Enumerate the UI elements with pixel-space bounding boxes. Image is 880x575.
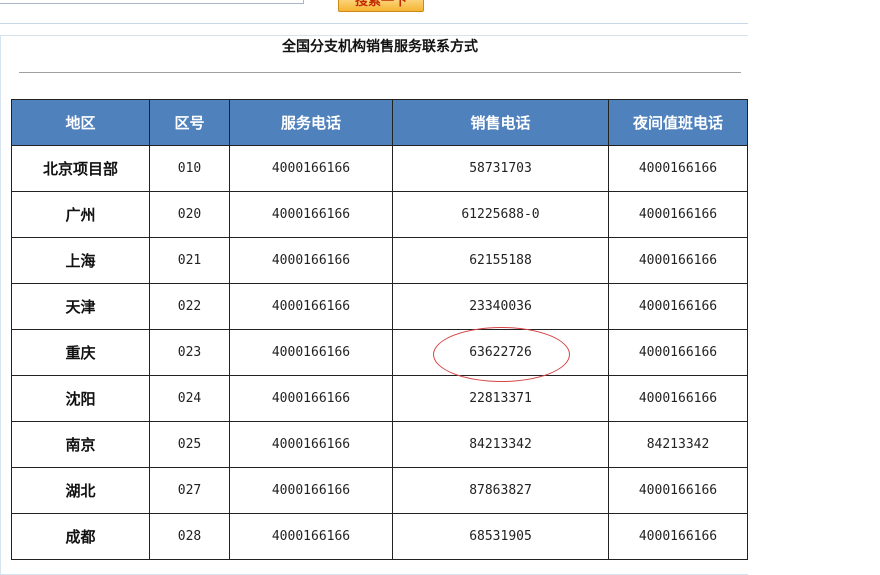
night-phone-cell: 4000166166 (608, 191, 748, 238)
night-phone-cell: 4000166166 (608, 467, 748, 514)
area-code-cell: 021 (149, 237, 230, 284)
table-row: 广州 020 4000166166 61225688-0 4000166166 (11, 191, 748, 238)
table-row: 南京 025 4000166166 84213342 84213342 (11, 421, 748, 468)
region-cell: 湖北 (11, 467, 150, 514)
region-cell: 重庆 (11, 329, 150, 376)
region-cell: 广州 (11, 191, 150, 238)
sales-phone-cell: 84213342 (392, 421, 609, 468)
area-code-cell: 022 (149, 283, 230, 330)
service-phone-cell: 4000166166 (229, 421, 393, 468)
area-code-cell: 028 (149, 513, 230, 560)
sales-phone-cell: 61225688-0 (392, 191, 609, 238)
area-code-cell: 010 (149, 145, 230, 192)
night-phone-cell: 4000166166 (608, 237, 748, 284)
night-phone-cell: 4000166166 (608, 145, 748, 192)
header-night-phone: 夜间值班电话 (608, 99, 748, 146)
night-phone-cell: 4000166166 (608, 513, 748, 560)
header-region: 地区 (11, 99, 150, 146)
region-cell: 天津 (11, 283, 150, 330)
sales-phone-cell: 68531905 (392, 513, 609, 560)
service-phone-cell: 4000166166 (229, 375, 393, 422)
region-cell: 南京 (11, 421, 150, 468)
night-phone-cell: 84213342 (608, 421, 748, 468)
area-code-cell: 023 (149, 329, 230, 376)
service-phone-cell: 4000166166 (229, 329, 393, 376)
header-sales-phone: 销售电话 (392, 99, 609, 146)
night-phone-cell: 4000166166 (608, 375, 748, 422)
table-body: 北京项目部 010 4000166166 58731703 4000166166 广州 02… (11, 145, 748, 560)
page-title: 全国分支机构销售服务联系方式 (282, 39, 478, 55)
night-phone-cell: 4000166166 (608, 283, 748, 330)
area-code-cell: 027 (149, 467, 230, 514)
table-row: 上海 021 4000166166 62155188 4000166166 (11, 237, 748, 284)
search-input[interactable] (0, 0, 304, 4)
header-service-phone: 服务电话 (229, 99, 393, 146)
service-phone-cell: 4000166166 (229, 145, 393, 192)
table-header-row: 地区 区号 服务电话 销售电话 夜间值班电话 (11, 99, 748, 146)
area-code-cell: 024 (149, 375, 230, 422)
title-divider (19, 72, 741, 73)
table-row: 沈阳 024 4000166166 22813371 4000166166 (11, 375, 748, 422)
table-row: 天津 022 4000166166 23340036 4000166166 (11, 283, 748, 330)
service-phone-cell: 4000166166 (229, 283, 393, 330)
area-code-cell: 020 (149, 191, 230, 238)
night-phone-cell: 4000166166 (608, 329, 748, 376)
sales-phone-cell: 23340036 (392, 283, 609, 330)
service-phone-cell: 4000166166 (229, 237, 393, 284)
sales-phone-cell: 63622726 (392, 329, 609, 376)
sales-phone-cell: 62155188 (392, 237, 609, 284)
sales-phone-cell: 87863827 (392, 467, 609, 514)
contact-table: 地区 区号 服务电话 销售电话 夜间值班电话 北京项目部 010 400016616… (11, 99, 748, 560)
table-row: 北京项目部 010 4000166166 58731703 4000166166 (11, 145, 748, 192)
table-row: 湖北 027 4000166166 87863827 4000166166 (11, 467, 748, 514)
region-cell: 成都 (11, 513, 150, 560)
sales-phone-cell: 58731703 (392, 145, 609, 192)
sales-phone-cell: 22813371 (392, 375, 609, 422)
table-row: 重庆 023 4000166166 63622726 4000166166 (11, 329, 748, 376)
service-phone-cell: 4000166166 (229, 467, 393, 514)
header-area-code: 区号 (149, 99, 230, 146)
table-row: 成都 028 4000166166 68531905 4000166166 (11, 513, 748, 560)
region-cell: 沈阳 (11, 375, 150, 422)
service-phone-cell: 4000166166 (229, 191, 393, 238)
area-code-cell: 025 (149, 421, 230, 468)
region-cell: 上海 (11, 237, 150, 284)
search-button[interactable]: 搜索一下 (338, 0, 424, 12)
service-phone-cell: 4000166166 (229, 513, 393, 560)
region-cell: 北京项目部 (11, 145, 150, 192)
header-divider (0, 23, 748, 24)
